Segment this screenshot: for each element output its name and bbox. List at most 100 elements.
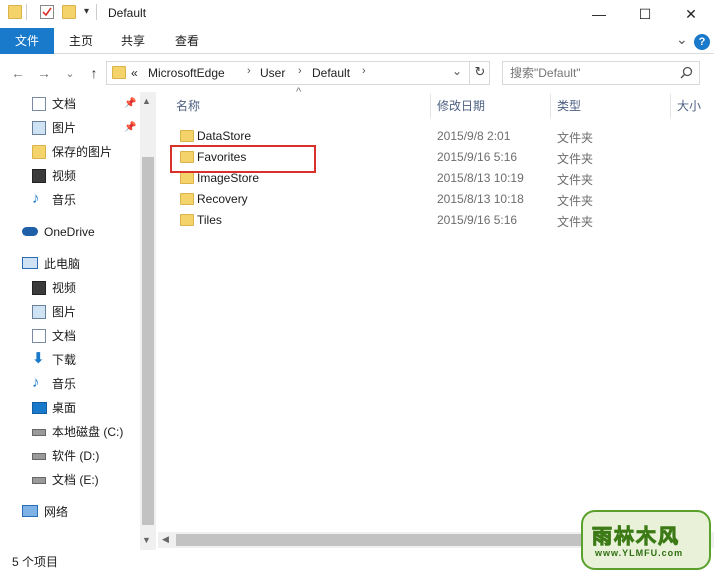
pin-icon: 📌	[124, 122, 137, 133]
help-icon[interactable]: ?	[694, 34, 710, 50]
highlight-box	[170, 145, 316, 173]
nav-item-pc-pictures[interactable]: 图片	[0, 300, 140, 324]
breadcrumb-user[interactable]: User	[260, 66, 285, 80]
up-button[interactable]: ↑	[84, 62, 104, 84]
file-name: ImageStore	[197, 171, 260, 185]
breadcrumb-default[interactable]: Default	[312, 66, 350, 80]
drive-icon	[32, 453, 46, 460]
forward-button[interactable]: →	[34, 62, 54, 84]
drive-icon	[32, 429, 46, 436]
recent-locations-button[interactable]: ⌄	[60, 62, 80, 84]
tab-share[interactable]: 共享	[110, 28, 156, 54]
tab-file[interactable]: 文件	[0, 28, 54, 54]
nav-item-onedrive[interactable]: OneDrive	[0, 220, 140, 244]
nav-item-network[interactable]: 网络	[0, 500, 140, 524]
nav-item-label: 此电脑	[44, 257, 81, 271]
search-icon[interactable]	[680, 66, 693, 82]
address-dropdown-icon[interactable]: ⌄	[452, 64, 462, 78]
folder-icon	[112, 66, 126, 79]
nav-item-label: 图片	[52, 121, 77, 135]
cloud-icon	[22, 227, 38, 236]
column-divider[interactable]	[430, 94, 431, 118]
back-button[interactable]: ←	[8, 62, 28, 84]
document-icon	[32, 329, 46, 343]
nav-item-drive-c[interactable]: 本地磁盘 (C:)	[0, 420, 140, 444]
content-scrollbar-thumb[interactable]	[176, 534, 616, 546]
nav-item-pc-documents[interactable]: 文档	[0, 324, 140, 348]
network-icon	[22, 505, 38, 517]
column-header-name[interactable]: 名称	[176, 96, 200, 116]
nav-item-label: OneDrive	[44, 225, 95, 239]
window-title: Default	[108, 6, 147, 20]
file-date: 2015/9/16 5:16	[437, 150, 518, 164]
file-type: 文件夹	[557, 194, 594, 208]
scroll-left-icon[interactable]: ◀	[162, 534, 169, 545]
nav-item-this-pc[interactable]: 此电脑	[0, 252, 140, 276]
nav-item-videos[interactable]: 视频	[0, 164, 140, 188]
nav-item-pc-videos[interactable]: 视频	[0, 276, 140, 300]
file-row[interactable]: DataStore 2015/9/8 2:01 文件夹	[170, 126, 670, 147]
watermark-url: www.YLMFU.com	[595, 548, 684, 558]
scroll-down-icon[interactable]: ▼	[142, 535, 151, 545]
nav-item-label: 文档 (E:)	[52, 473, 99, 487]
maximize-button[interactable]: ☐	[622, 0, 668, 28]
nav-item-saved-pictures[interactable]: 保存的图片	[0, 140, 140, 164]
expand-ribbon-icon[interactable]: ⌄	[676, 31, 688, 48]
tab-home[interactable]: 主页	[58, 28, 104, 54]
nav-item-label: 软件 (D:)	[52, 449, 100, 463]
file-row[interactable]: Tiles 2015/9/16 5:16 文件夹	[170, 210, 670, 231]
picture-icon	[32, 305, 46, 319]
nav-item-label: 音乐	[52, 377, 77, 391]
nav-item-pc-music[interactable]: ♪ 音乐	[0, 372, 140, 396]
column-divider[interactable]	[550, 94, 551, 118]
title-divider	[26, 4, 27, 20]
nav-item-drive-d[interactable]: 软件 (D:)	[0, 444, 140, 468]
music-icon: ♪	[32, 374, 40, 391]
file-type: 文件夹	[557, 152, 594, 166]
breadcrumb-separator-icon[interactable]: ›	[362, 65, 366, 77]
nav-item-label: 视频	[52, 281, 77, 295]
file-type: 文件夹	[557, 173, 594, 187]
nav-item-label: 图片	[52, 305, 77, 319]
title-divider	[96, 4, 97, 20]
file-date: 2015/8/13 10:19	[437, 171, 524, 185]
file-name: DataStore	[197, 129, 252, 143]
column-divider[interactable]	[670, 94, 671, 118]
new-folder-icon[interactable]	[62, 5, 76, 19]
nav-scrollbar-thumb[interactable]	[142, 157, 154, 525]
folder-icon	[180, 172, 194, 184]
column-header-type[interactable]: 类型	[557, 96, 581, 116]
file-type: 文件夹	[557, 131, 594, 145]
nav-item-documents[interactable]: 文档 📌	[0, 92, 140, 116]
ribbon-bar	[0, 28, 714, 54]
properties-icon[interactable]	[40, 5, 54, 19]
music-icon: ♪	[32, 190, 40, 207]
quick-access-toolbar-dropdown-icon[interactable]: ▾	[84, 6, 89, 17]
nav-item-label: 保存的图片	[52, 145, 113, 159]
minimize-button[interactable]: —	[576, 0, 622, 28]
nav-item-pictures[interactable]: 图片 📌	[0, 116, 140, 140]
folder-icon	[180, 130, 194, 142]
nav-item-pc-downloads[interactable]: ⬇ 下载	[0, 348, 140, 372]
refresh-button[interactable]: ↻	[469, 61, 490, 85]
nav-item-label: 文档	[52, 329, 77, 343]
tab-view[interactable]: 查看	[164, 28, 210, 54]
file-date: 2015/9/16 5:16	[437, 213, 518, 227]
breadcrumb-overflow[interactable]: «	[131, 66, 138, 80]
column-header-size[interactable]: 大小	[677, 96, 701, 116]
file-date: 2015/8/13 10:18	[437, 192, 524, 206]
search-input[interactable]	[502, 61, 700, 85]
breadcrumb-separator-icon[interactable]: ›	[247, 65, 251, 77]
column-header-date[interactable]: 修改日期	[437, 96, 485, 116]
folder-icon	[180, 214, 194, 226]
scroll-up-icon[interactable]: ▲	[142, 96, 151, 106]
nav-item-pc-desktop[interactable]: 桌面	[0, 396, 140, 420]
folder-icon	[8, 5, 22, 19]
file-row[interactable]: Recovery 2015/8/13 10:18 文件夹	[170, 189, 670, 210]
close-button[interactable]: ✕	[668, 0, 714, 28]
nav-item-drive-e[interactable]: 文档 (E:)	[0, 468, 140, 492]
breadcrumb-microsoftedge[interactable]: MicrosoftEdge	[148, 66, 225, 80]
breadcrumb-separator-icon[interactable]: ›	[298, 65, 302, 77]
pin-icon: 📌	[124, 98, 137, 109]
nav-item-music[interactable]: ♪ 音乐	[0, 188, 140, 212]
